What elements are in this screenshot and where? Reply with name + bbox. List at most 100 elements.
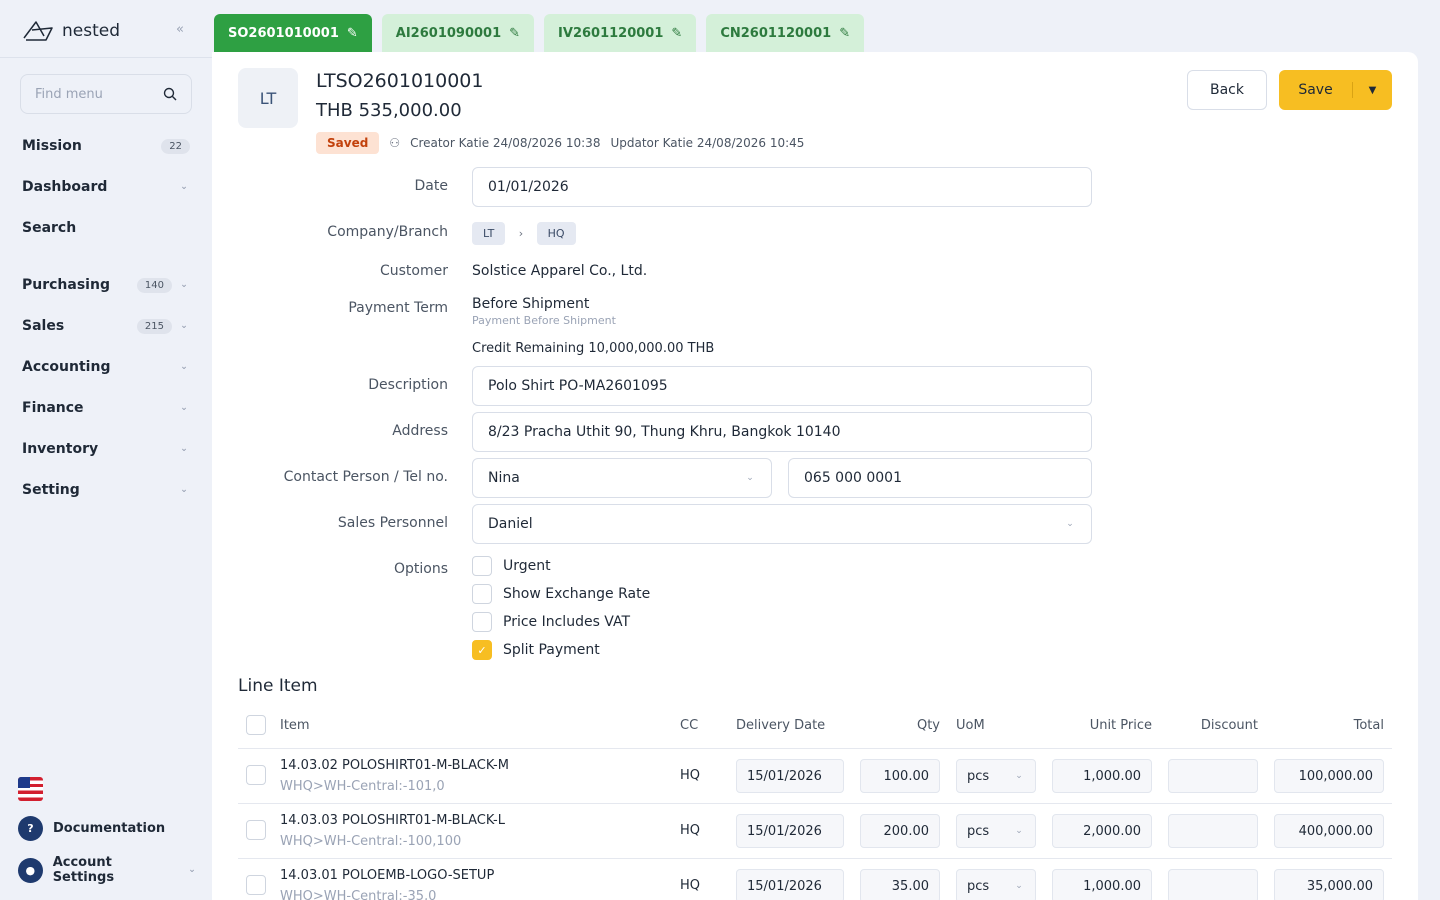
tab-so2601010001[interactable]: SO2601010001 ✎ [214,14,372,52]
unit-price-field[interactable]: 1,000.00 [1052,759,1152,793]
logo[interactable]: nested [22,18,120,44]
row-checkbox[interactable] [246,765,266,785]
count-badge: 215 [136,318,172,334]
discount-field[interactable] [1168,814,1258,848]
header-delivery-date: Delivery Date [736,718,826,733]
option-label: Price Includes VAT [503,614,631,630]
save-button[interactable]: Save [1279,82,1353,98]
sidebar-item-mission[interactable]: Mission 22 [22,134,190,158]
edit-icon[interactable]: ✎ [839,26,850,41]
uom-select[interactable]: pcs ⌄ [956,869,1036,900]
contact-label: Contact Person / Tel no. [283,469,448,485]
sidebar-item-dashboard[interactable]: Dashboard ⌄ [22,175,190,199]
row-checkbox[interactable] [246,875,266,895]
sidebar-item-finance[interactable]: Finance ⌄ [22,396,190,420]
item-name[interactable]: 14.03.03 POLOSHIRT01-M-BLACK-L [280,813,505,828]
total-field: 100,000.00 [1274,759,1384,793]
urgent-checkbox[interactable] [472,556,492,576]
sidebar-item-sales[interactable]: Sales 215 ⌄ [22,314,190,338]
qty-field[interactable]: 200.00 [860,814,940,848]
tab-ai2601090001[interactable]: AI2601090001 ✎ [381,14,535,52]
document-title: LTSO2601010001 [316,70,484,92]
item-name[interactable]: 14.03.01 POLOEMB-LOGO-SETUP [280,868,494,883]
item-name[interactable]: 14.03.02 POLOSHIRT01-M-BLACK-M [280,758,509,773]
table-row: 14.03.01 POLOEMB-LOGO-SETUP WHQ>WH-Centr… [238,858,1392,900]
edit-icon[interactable]: ✎ [509,26,520,41]
split-payment-checkbox[interactable]: ✓ [472,640,492,660]
collapse-sidebar-icon[interactable]: « [176,22,184,37]
option-label: Show Exchange Rate [503,586,651,602]
back-button[interactable]: Back [1187,70,1267,110]
customer-label: Customer [379,263,448,279]
tab-label: IV2601120001 [558,25,664,41]
qty-field[interactable]: 100.00 [860,759,940,793]
tab-iv2601120001[interactable]: IV2601120001 ✎ [544,14,697,52]
date-field[interactable]: 01/01/2026 [472,167,1092,207]
row-checkbox[interactable] [246,820,266,840]
branch-chip: HQ [536,222,576,245]
option-urgent[interactable]: Urgent [472,556,551,576]
qty-value: 35.00 [891,878,929,894]
address-label: Address [392,423,448,439]
language-switcher[interactable] [18,777,198,801]
uom-select[interactable]: pcs ⌄ [956,814,1036,848]
discount-field[interactable] [1168,869,1258,900]
edit-icon[interactable]: ✎ [671,26,682,41]
help-icon: ? [18,816,43,841]
tel-field[interactable]: 065 000 0001 [788,458,1092,498]
user-icon: ⚇ [389,136,401,150]
price-includes-vat-checkbox[interactable] [472,612,492,632]
delivery-date-field[interactable]: 15/01/2026 [736,814,844,848]
tab-label: AI2601090001 [395,25,502,41]
option-show-exchange-rate[interactable]: Show Exchange Rate [472,584,650,604]
header-uom: UoM [956,718,985,733]
sidebar-item-accounting[interactable]: Accounting ⌄ [22,355,190,379]
delivery-date-value: 15/01/2026 [747,768,822,784]
main-panel: LT LTSO2601010001 THB 535,000.00 Saved ⚇… [212,52,1418,900]
search-icon[interactable] [163,87,177,101]
status-badge: Saved [316,132,380,154]
chevron-down-icon: ⌄ [180,182,188,192]
option-price-includes-vat[interactable]: Price Includes VAT [472,612,630,632]
unit-price-field[interactable]: 1,000.00 [1052,869,1152,900]
description-field[interactable]: Polo Shirt PO-MA2601095 [472,366,1092,406]
logo-icon [23,21,53,41]
delivery-date-field[interactable]: 15/01/2026 [736,759,844,793]
sidebar-item-purchasing[interactable]: Purchasing 140 ⌄ [22,273,190,297]
documentation-link[interactable]: ? Documentation [18,816,198,841]
sidebar-item-inventory[interactable]: Inventory ⌄ [22,437,190,461]
contact-person-select[interactable]: Nina ⌄ [472,458,772,498]
edit-icon[interactable]: ✎ [347,26,358,41]
count-badge: 22 [161,138,190,154]
document-meta: Saved ⚇ Creator Katie 24/08/2026 10:38 U… [316,132,804,154]
save-button-group: Save ▼ [1279,70,1392,110]
uom-select[interactable]: pcs ⌄ [956,759,1036,793]
qty-field[interactable]: 35.00 [860,869,940,900]
contact-person-value: Nina [488,470,520,486]
uom-value: pcs [967,823,990,839]
logo-text: nested [62,21,121,41]
discount-field[interactable] [1168,759,1258,793]
show-exchange-rate-checkbox[interactable] [472,584,492,604]
chevron-down-icon[interactable]: ▼ [1353,85,1392,96]
date-label: Date [414,178,448,194]
find-menu-input[interactable] [35,86,155,102]
address-field[interactable]: 8/23 Pracha Uthit 90, Thung Khru, Bangko… [472,412,1092,452]
qty-value: 100.00 [883,768,930,784]
total-field: 35,000.00 [1274,869,1384,900]
tab-cn2601120001[interactable]: CN2601120001 ✎ [706,14,865,52]
option-split-payment[interactable]: ✓ Split Payment [472,640,600,660]
sidebar-item-label: Finance [22,400,84,416]
uom-value: pcs [967,878,990,894]
unit-price-value: 2,000.00 [1083,823,1141,839]
chevron-down-icon: ⌄ [188,865,196,875]
options-label: Options [393,561,448,577]
chevron-right-icon: › [518,227,524,240]
sales-personnel-select[interactable]: Daniel ⌄ [472,504,1092,544]
delivery-date-field[interactable]: 15/01/2026 [736,869,844,900]
account-settings-link[interactable]: ● Account Settings ⌄ [18,855,198,885]
select-all-checkbox[interactable] [246,715,266,735]
sidebar-item-search[interactable]: Search [22,216,190,240]
unit-price-field[interactable]: 2,000.00 [1052,814,1152,848]
sidebar-item-setting[interactable]: Setting ⌄ [22,478,190,502]
